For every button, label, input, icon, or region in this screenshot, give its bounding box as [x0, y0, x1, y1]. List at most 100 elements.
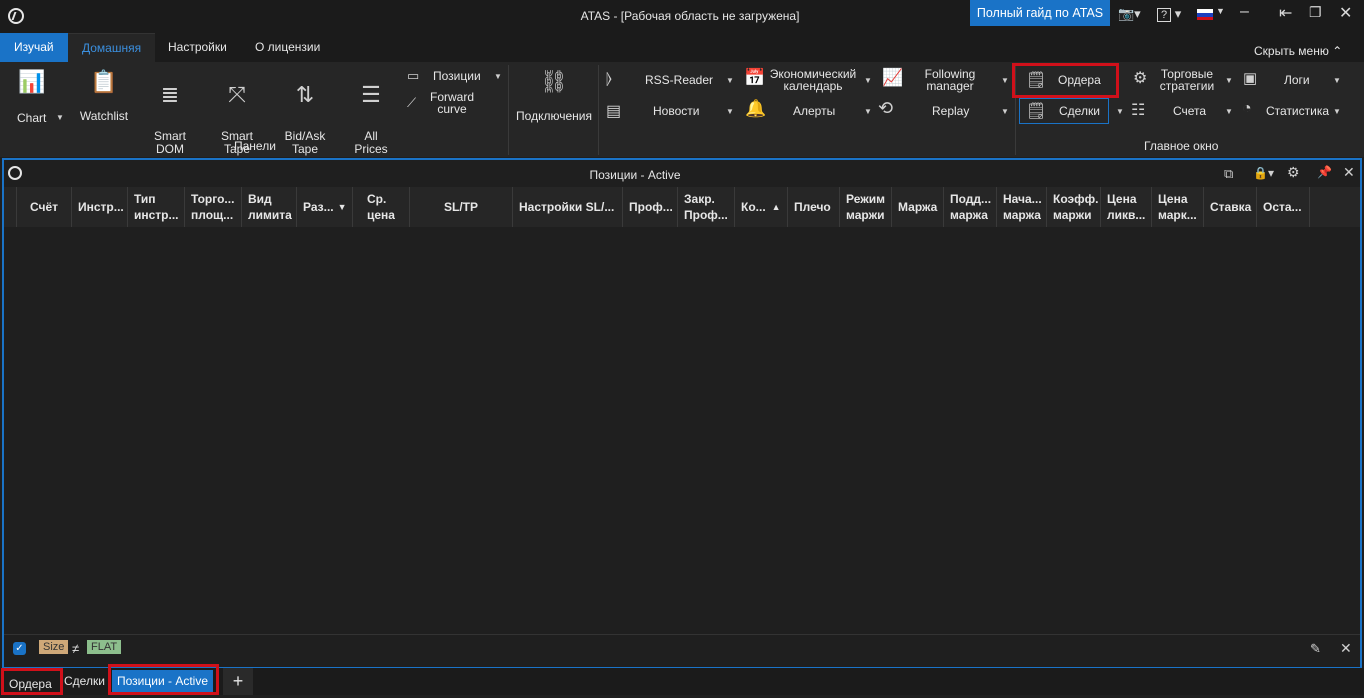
- filter-enabled-checkbox[interactable]: ✓: [13, 642, 26, 655]
- bottom-tab-trades[interactable]: Сделки: [58, 668, 111, 695]
- col-instrument-type[interactable]: Тип инстр...: [128, 187, 185, 227]
- trades-button[interactable]: Сделки: [1059, 104, 1100, 118]
- col-liquidation-price[interactable]: Цена ликв...: [1101, 187, 1152, 227]
- logs-dropdown-icon[interactable]: ▼: [1333, 76, 1341, 85]
- rss-dropdown-icon[interactable]: ▼: [726, 76, 734, 85]
- tab-license[interactable]: О лицензии: [241, 33, 334, 62]
- alerts-dropdown-icon[interactable]: ▼: [864, 107, 872, 116]
- maximize-icon[interactable]: ❐: [1309, 4, 1322, 21]
- accounts-button[interactable]: Счета: [1173, 104, 1206, 118]
- orders-icon: 🗒: [1026, 72, 1047, 89]
- bottom-tab-positions-active[interactable]: Позиции - Active: [112, 670, 213, 692]
- chart-dropdown-icon[interactable]: ▼: [56, 113, 64, 122]
- smart-tape-icon: ⤧: [228, 82, 246, 107]
- col-margin[interactable]: Маржа: [892, 187, 944, 227]
- ribbon-separator: [508, 65, 509, 155]
- replay-button[interactable]: Replay: [932, 104, 969, 118]
- col-commission[interactable]: Ко... ▲: [735, 187, 788, 227]
- positions-button[interactable]: Позиции: [433, 69, 481, 83]
- bottom-tab-orders[interactable]: Ордера: [1, 668, 63, 695]
- news-dropdown-icon[interactable]: ▼: [726, 107, 734, 116]
- trades-dropdown-icon[interactable]: ▼: [1116, 107, 1124, 116]
- camera-icon[interactable]: 📷▾: [1118, 6, 1141, 22]
- language-dropdown-icon[interactable]: ▼: [1216, 6, 1225, 16]
- panel-close-icon[interactable]: ✕: [1343, 164, 1355, 181]
- following-manager-button[interactable]: Following manager: [910, 68, 990, 92]
- grid-body[interactable]: [4, 227, 1360, 633]
- watchlist-label: Watchlist: [79, 109, 129, 123]
- panel-title: Позиции - Active: [589, 168, 681, 182]
- lock-icon[interactable]: 🔒▾: [1253, 166, 1274, 180]
- filter-flat-badge[interactable]: FLAT: [87, 640, 122, 654]
- forward-curve-icon: ⟋: [407, 95, 417, 110]
- calendar-icon: 📅: [744, 68, 766, 87]
- col-maintenance-margin[interactable]: Подд... маржа: [944, 187, 997, 227]
- col-account[interactable]: Счёт: [16, 187, 72, 227]
- replay-dropdown-icon[interactable]: ▼: [1001, 107, 1009, 116]
- col-exchange[interactable]: Торго... площ...: [185, 187, 242, 227]
- col-sltp[interactable]: SL/TP: [410, 187, 513, 227]
- col-sltp-settings[interactable]: Настройки SL/...: [513, 187, 623, 227]
- clear-filter-icon[interactable]: ✕: [1340, 640, 1352, 657]
- following-manager-icon: 📈: [882, 68, 904, 87]
- filter-icon[interactable]: ▼: [338, 199, 347, 215]
- accounts-dropdown-icon[interactable]: ▼: [1225, 107, 1233, 116]
- chart-icon: 📊: [18, 69, 46, 94]
- close-icon[interactable]: ✕: [1339, 3, 1352, 23]
- tab-home[interactable]: Домашняя: [68, 33, 156, 63]
- economic-calendar-button[interactable]: Экономический календарь: [766, 68, 860, 92]
- col-closed-profit[interactable]: Закр. Проф...: [678, 187, 735, 227]
- orders-button[interactable]: Ордера: [1058, 73, 1101, 87]
- pin-icon[interactable]: ⇤: [1279, 3, 1292, 23]
- all-prices-button[interactable]: ☰ All Prices: [350, 70, 392, 169]
- tab-study[interactable]: Изучай: [0, 33, 68, 62]
- col-size[interactable]: Раз... ▼: [297, 187, 353, 227]
- trading-strategies-button[interactable]: Торговые стратегии: [1156, 68, 1218, 92]
- col-mark-price[interactable]: Цена марк...: [1152, 187, 1204, 227]
- add-tab-button[interactable]: +: [223, 668, 253, 695]
- col-profit[interactable]: Проф...: [623, 187, 678, 227]
- chart-label: Chart: [17, 111, 47, 125]
- pin-panel-icon[interactable]: 📌: [1317, 165, 1332, 179]
- following-manager-dropdown-icon[interactable]: ▼: [1001, 76, 1009, 85]
- col-instrument[interactable]: Инстр...: [72, 187, 128, 227]
- chart-button[interactable]: 📊: [12, 70, 52, 94]
- logs-icon: ▣: [1243, 70, 1258, 87]
- col-limit-type[interactable]: Вид лимита: [242, 187, 297, 227]
- filter-size-badge[interactable]: Size: [39, 640, 69, 654]
- col-margin-mode[interactable]: Режим маржи: [840, 187, 892, 227]
- main-window-group-label: Главное окно: [1144, 139, 1219, 153]
- panel-footer: [4, 634, 1360, 667]
- connections-button[interactable]: ⛓ Подключения: [512, 70, 596, 123]
- smart-dom-button[interactable]: ≣ Smart DOM: [146, 70, 194, 169]
- replay-icon: ⟲: [878, 98, 894, 118]
- logs-button[interactable]: Логи: [1284, 73, 1310, 87]
- positions-dropdown-icon[interactable]: ▼: [494, 72, 502, 81]
- full-guide-button[interactable]: Полный гайд по ATAS: [970, 0, 1110, 26]
- smart-tape-button[interactable]: ⤧ Smart Tape: [213, 70, 261, 169]
- statistics-button[interactable]: Статистика: [1266, 104, 1329, 118]
- hide-menu-button[interactable]: Скрыть меню ⌃: [1254, 44, 1342, 58]
- col-initial-margin[interactable]: Нача... маржа: [997, 187, 1047, 227]
- tab-settings[interactable]: Настройки: [154, 33, 241, 62]
- help-icon[interactable]: ? ▾: [1157, 6, 1181, 22]
- econ-calendar-dropdown-icon[interactable]: ▼: [864, 76, 872, 85]
- col-leverage[interactable]: Плечо: [788, 187, 840, 227]
- col-margin-ratio[interactable]: Коэфф. маржи: [1047, 187, 1101, 227]
- statistics-dropdown-icon[interactable]: ▼: [1333, 107, 1341, 116]
- news-button[interactable]: Новости: [653, 104, 699, 118]
- copy-icon[interactable]: ⧉: [1224, 166, 1233, 182]
- minimize-icon[interactable]: –: [1240, 3, 1249, 21]
- col-remaining[interactable]: Оста...: [1257, 187, 1310, 227]
- rss-reader-button[interactable]: RSS-Reader: [645, 73, 713, 87]
- forward-curve-button[interactable]: Forward curve: [430, 91, 474, 115]
- edit-filter-icon[interactable]: ✎: [1310, 641, 1321, 657]
- bidask-tape-button[interactable]: ⇅ Bid/Ask Tape: [278, 70, 332, 169]
- strategies-dropdown-icon[interactable]: ▼: [1225, 76, 1233, 85]
- settings-gear-icon[interactable]: ⚙: [1287, 164, 1300, 181]
- language-flag-icon[interactable]: [1197, 9, 1213, 20]
- alerts-button[interactable]: Алерты: [793, 104, 835, 118]
- watchlist-button[interactable]: 📋 Watchlist: [76, 70, 132, 123]
- col-rate[interactable]: Ставка: [1204, 187, 1257, 227]
- col-avg-price[interactable]: Ср. цена: [353, 187, 410, 227]
